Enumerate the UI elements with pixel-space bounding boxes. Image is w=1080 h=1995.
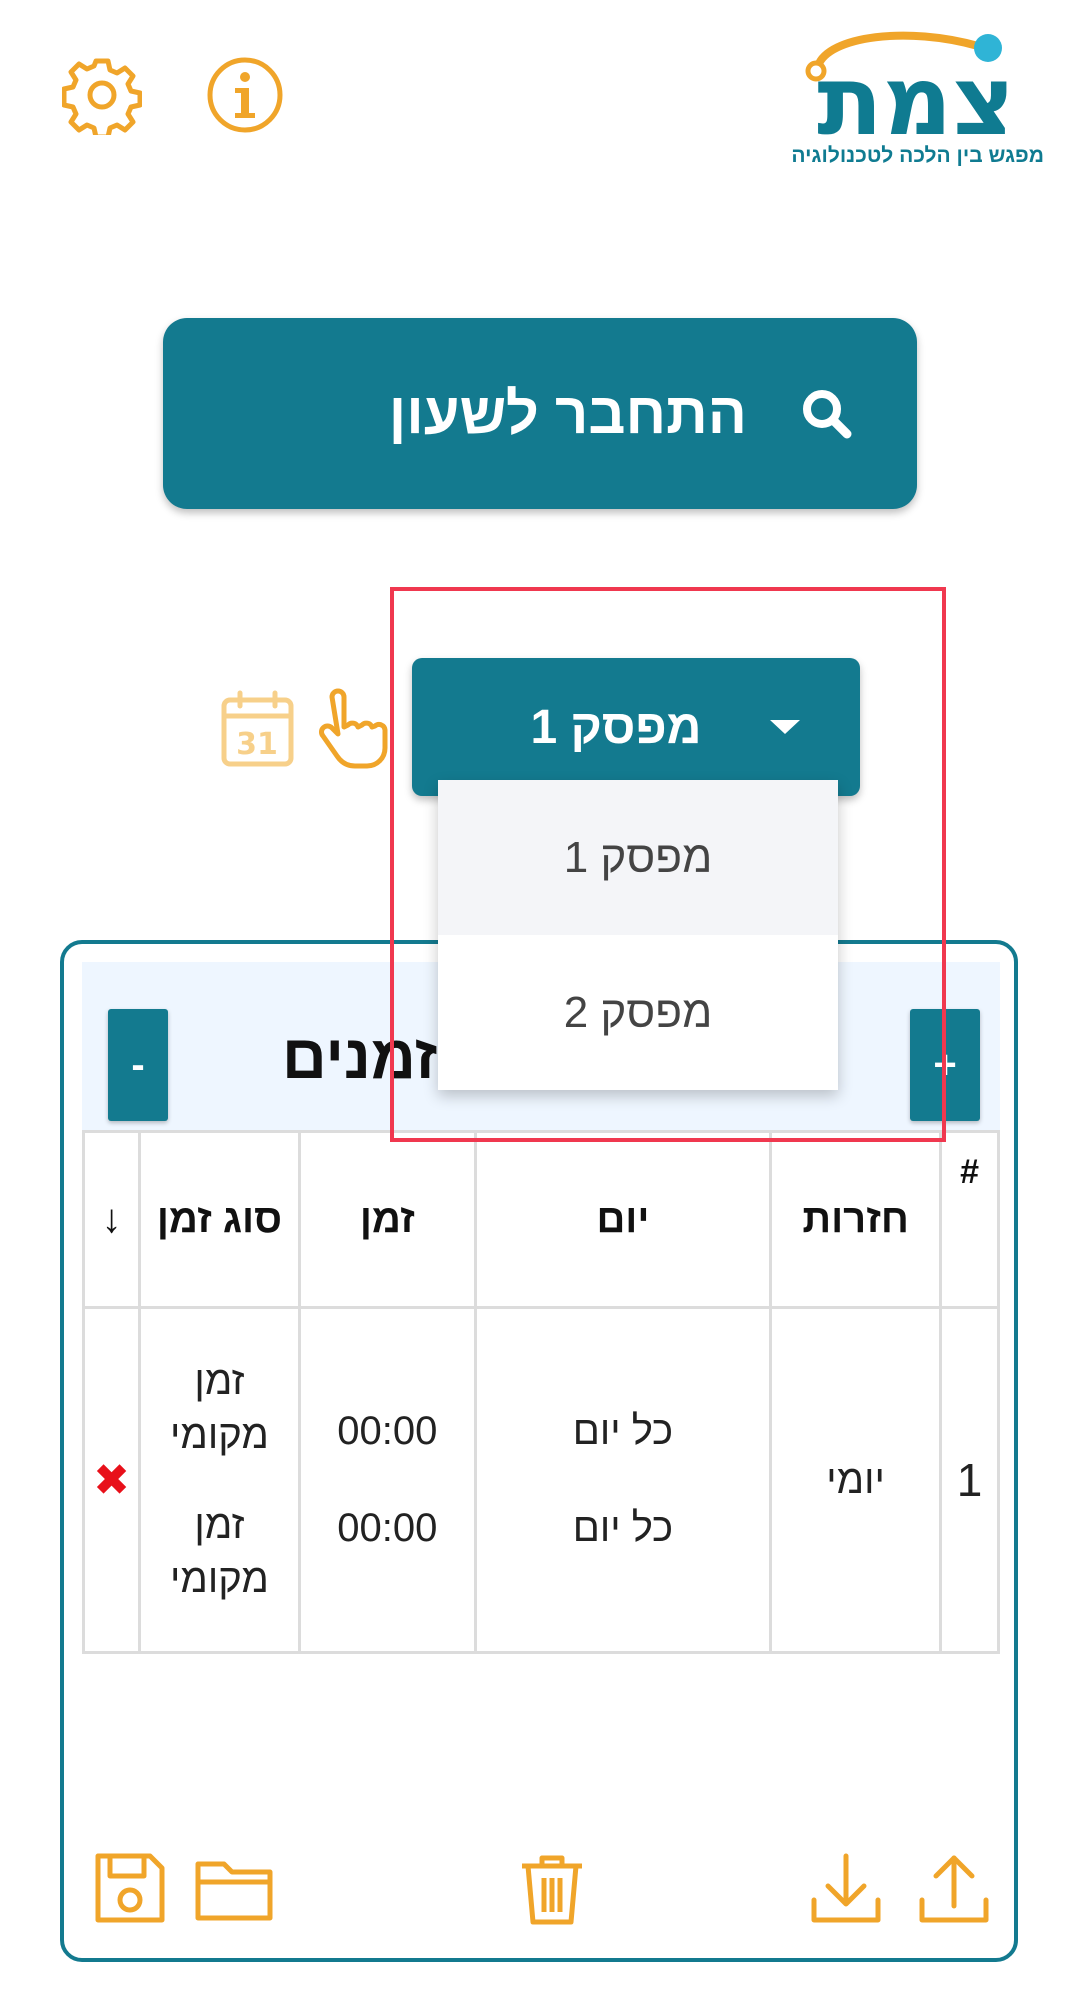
pointing-hand-icon [310,685,390,770]
column-header-day: יום [473,1130,773,1309]
add-schedule-button[interactable]: + [910,1009,980,1121]
day-value: כל יום [572,1506,674,1550]
chevron-down-icon [770,720,800,734]
row-repeat: יומי [769,1306,943,1654]
schedule-table: # חזרות יום זמן סוג זמן ↓ 1 יומי כל יום … [82,1130,1000,1654]
breaker-dropdown-menu: מפסק 1 מפסק 2 [438,780,838,1090]
save-icon[interactable] [90,1848,170,1928]
svg-text:31: 31 [236,727,278,762]
column-header-num: # [939,1130,1000,1309]
column-header-time-type: סוג זמן [138,1130,301,1309]
row-times: 00:00 00:00 [297,1306,477,1654]
breaker-select[interactable]: מפסק 1 [412,658,860,796]
calendar-icon[interactable]: 31 [220,690,295,768]
table-header-row: # חזרות יום זמן סוג זמן ↓ [82,1130,1000,1309]
download-icon[interactable] [806,1848,886,1928]
folder-open-icon[interactable] [192,1848,278,1928]
schedule-card: - זמנים + # חזרות יום זמן סוג זמן ↓ 1 יו… [60,940,1018,1962]
settings-gear-icon[interactable] [61,55,143,140]
time-value: 00:00 [337,1409,438,1453]
column-header-time: זמן [297,1130,477,1309]
search-icon [797,384,857,444]
day-value: כל יום [572,1409,674,1453]
connect-to-clock-button[interactable]: התחבר לשעון [163,318,917,509]
schedule-title: זמנים [282,1023,438,1092]
trash-icon[interactable] [512,1848,592,1928]
row-days: כל יום כל יום [473,1306,773,1654]
time-type-value: זמן מקומי [169,1359,269,1457]
row-number: 1 [939,1306,1000,1654]
connect-button-label: התחבר לשעון [388,381,747,446]
brand-logo: צמת מפגש בין הלכה לטכנולוגיה [788,26,1044,176]
delete-row-icon[interactable]: ✖ [82,1306,141,1654]
dropdown-option-breaker-1[interactable]: מפסק 1 [438,780,838,935]
breaker-select-value: מפסק 1 [530,700,702,754]
sort-arrow-icon[interactable]: ↓ [82,1130,141,1309]
row-time-types: זמן מקומי זמן מקומי [138,1306,301,1654]
time-type-value: זמן מקומי [169,1503,269,1601]
time-value: 00:00 [337,1506,438,1550]
column-header-repeat: חזרות [769,1130,943,1309]
table-row: 1 יומי כל יום כל יום 00:00 00:00 זמן מקו… [82,1306,1000,1654]
logo-text: צמת [817,45,1015,146]
dropdown-option-breaker-2[interactable]: מפסק 2 [438,935,838,1090]
remove-schedule-button[interactable]: - [108,1009,168,1121]
logo-subtitle: מפגש בין הלכה לטכנולוגיה [791,144,1044,167]
bottom-toolbar [82,1848,1000,1938]
upload-icon[interactable] [914,1848,994,1928]
info-icon[interactable] [205,55,285,135]
